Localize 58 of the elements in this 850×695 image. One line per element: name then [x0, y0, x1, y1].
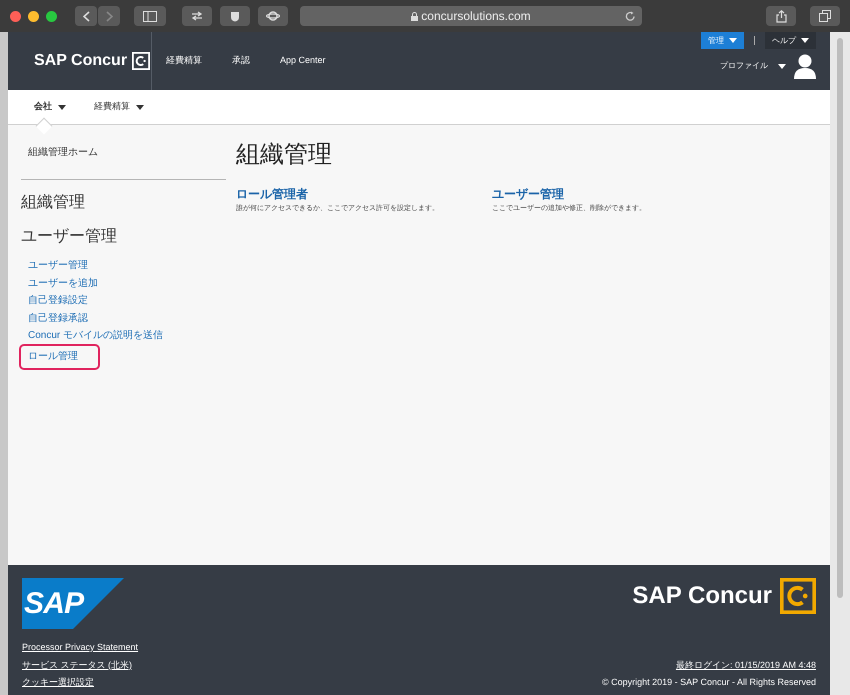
footer-brand-icon: [780, 578, 816, 614]
planet-icon: [266, 10, 280, 22]
admin-menu-button[interactable]: 管理: [701, 32, 744, 49]
extension-button[interactable]: [182, 6, 212, 26]
caret-icon: [58, 104, 66, 110]
arrows-icon: [191, 11, 203, 21]
card-title-link[interactable]: ロール管理者: [236, 185, 492, 203]
url-text: concursolutions.com: [421, 8, 531, 25]
brand-logo-icon: [132, 52, 150, 70]
sidebar-link[interactable]: 自己登録承認: [21, 310, 94, 327]
caret-icon: [801, 38, 809, 43]
shield-icon: [230, 10, 240, 22]
tabs-button[interactable]: [810, 6, 840, 26]
footer-link[interactable]: サービス ステータス (北米): [22, 658, 138, 672]
caret-icon: [729, 38, 737, 43]
reload-icon[interactable]: [625, 10, 636, 22]
sidebar-button[interactable]: [134, 6, 166, 26]
extension-button[interactable]: [258, 6, 288, 26]
share-icon: [776, 10, 786, 22]
sub-navigation-tab[interactable]: 経費精算: [94, 90, 144, 124]
nav-link[interactable]: 経費精算: [166, 54, 202, 68]
nav-link[interactable]: 承認: [232, 54, 250, 68]
share-button[interactable]: [766, 6, 796, 26]
lock-icon: [411, 12, 418, 20]
tabs-icon: [819, 10, 831, 22]
chevron-left-icon: [82, 10, 90, 22]
footer-link[interactable]: クッキー選択設定: [22, 676, 138, 690]
minimize-window-icon[interactable]: [28, 10, 39, 22]
extension-button[interactable]: [220, 6, 250, 26]
page-title: 組織管理: [236, 140, 333, 170]
sidebar-link[interactable]: 自己登録設定: [21, 292, 94, 310]
footer-link[interactable]: Processor Privacy Statement: [22, 641, 138, 654]
profile-menu-button[interactable]: プロファイル: [720, 60, 786, 72]
sidebar-section-heading: ユーザー管理: [21, 227, 118, 247]
brand-logo-text: SAP Concur: [34, 51, 128, 71]
scrollbar-thumb[interactable]: [837, 38, 843, 598]
close-window-icon[interactable]: [10, 10, 21, 22]
sidebar-section-heading: 組織管理: [21, 193, 86, 213]
last-login-link[interactable]: 最終ログイン: 01/15/2019 AM 4:48: [676, 658, 816, 672]
sidebar-home-link[interactable]: 組織管理ホーム: [21, 145, 226, 160]
sidebar-link[interactable]: Concur モバイルの説明を送信: [21, 327, 170, 344]
sap-logo: SAP: [22, 578, 124, 629]
caret-icon: [136, 104, 144, 110]
user-avatar-icon[interactable]: [794, 53, 816, 79]
back-button[interactable]: [75, 6, 97, 26]
sidebar-icon: [143, 10, 157, 22]
copyright-text: © Copyright 2019 - SAP Concur - All Rights Reserved: [602, 676, 816, 689]
sidebar-link[interactable]: ロール管理: [21, 346, 98, 368]
address-bar[interactable]: concursolutions.com: [300, 6, 642, 26]
sidebar-link[interactable]: ユーザーを追加: [21, 274, 104, 292]
card-title-link[interactable]: ユーザー管理: [492, 185, 748, 203]
caret-icon: [778, 64, 786, 68]
maximize-window-icon[interactable]: [46, 10, 57, 22]
help-menu-button[interactable]: ヘルプ: [765, 32, 816, 49]
chevron-right-icon: [106, 10, 112, 22]
footer-brand-text: SAP Concur: [632, 581, 772, 611]
sidebar-link[interactable]: ユーザー管理: [21, 257, 94, 274]
nav-link[interactable]: App Center: [280, 54, 326, 68]
